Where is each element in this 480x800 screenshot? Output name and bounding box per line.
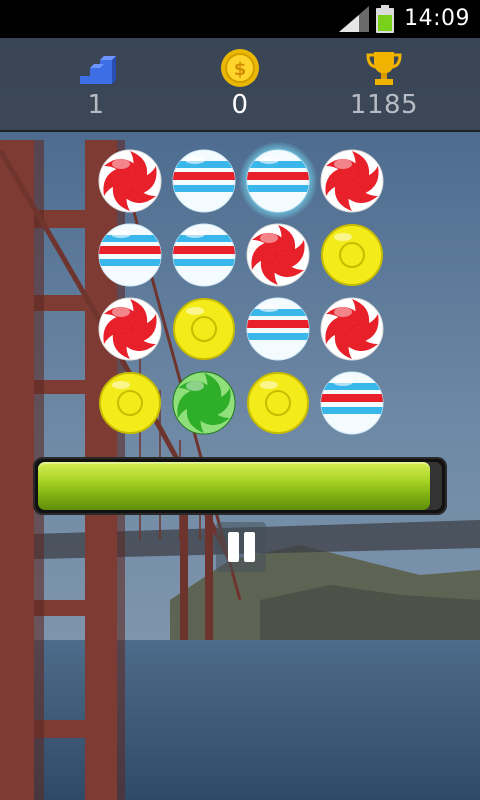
level-value: 1	[87, 90, 105, 120]
best-score-stat: 1185	[324, 38, 444, 130]
candy-swirl-red[interactable]	[245, 222, 311, 288]
candy-board	[95, 142, 395, 440]
coin-icon: $	[221, 49, 259, 87]
svg-text:$: $	[234, 59, 247, 80]
trophy-icon	[366, 52, 402, 85]
pause-button[interactable]	[216, 522, 266, 572]
status-bar: 14:09	[0, 0, 480, 38]
candy-stripe-blue-red[interactable]	[171, 148, 237, 214]
timer-track	[38, 462, 442, 510]
candy-stripe-blue-red[interactable]	[239, 142, 317, 220]
candy-ring-yellow[interactable]	[319, 222, 385, 288]
candy-stripe-blue-red[interactable]	[171, 222, 237, 288]
level-stat: 1	[36, 38, 156, 130]
candy-swirl-red[interactable]	[319, 296, 385, 362]
pause-icon-bar	[244, 532, 255, 562]
candy-ring-yellow[interactable]	[97, 370, 163, 436]
candy-stripe-blue-red[interactable]	[97, 222, 163, 288]
stairs-icon	[80, 56, 116, 84]
candy-stripe-blue-red[interactable]	[245, 296, 311, 362]
coins-value: 0	[231, 90, 249, 120]
coins-stat: $ 0	[180, 38, 300, 130]
candy-swirl-green[interactable]	[171, 370, 237, 436]
candy-swirl-red[interactable]	[97, 148, 163, 214]
candy-swirl-red[interactable]	[97, 296, 163, 362]
best-score-value: 1185	[349, 90, 419, 120]
score-header: 1 $ 0 1185	[0, 38, 480, 132]
candy-swirl-red[interactable]	[319, 148, 385, 214]
battery-icon	[376, 5, 394, 39]
timer-fill	[38, 462, 430, 510]
candy-ring-yellow[interactable]	[245, 370, 311, 436]
candy-stripe-blue-red[interactable]	[319, 370, 385, 436]
candy-ring-yellow[interactable]	[171, 296, 237, 362]
timer-bar	[33, 457, 447, 515]
signal-icon	[339, 6, 369, 38]
status-clock: 14:09	[404, 6, 470, 31]
pause-icon	[228, 532, 239, 562]
